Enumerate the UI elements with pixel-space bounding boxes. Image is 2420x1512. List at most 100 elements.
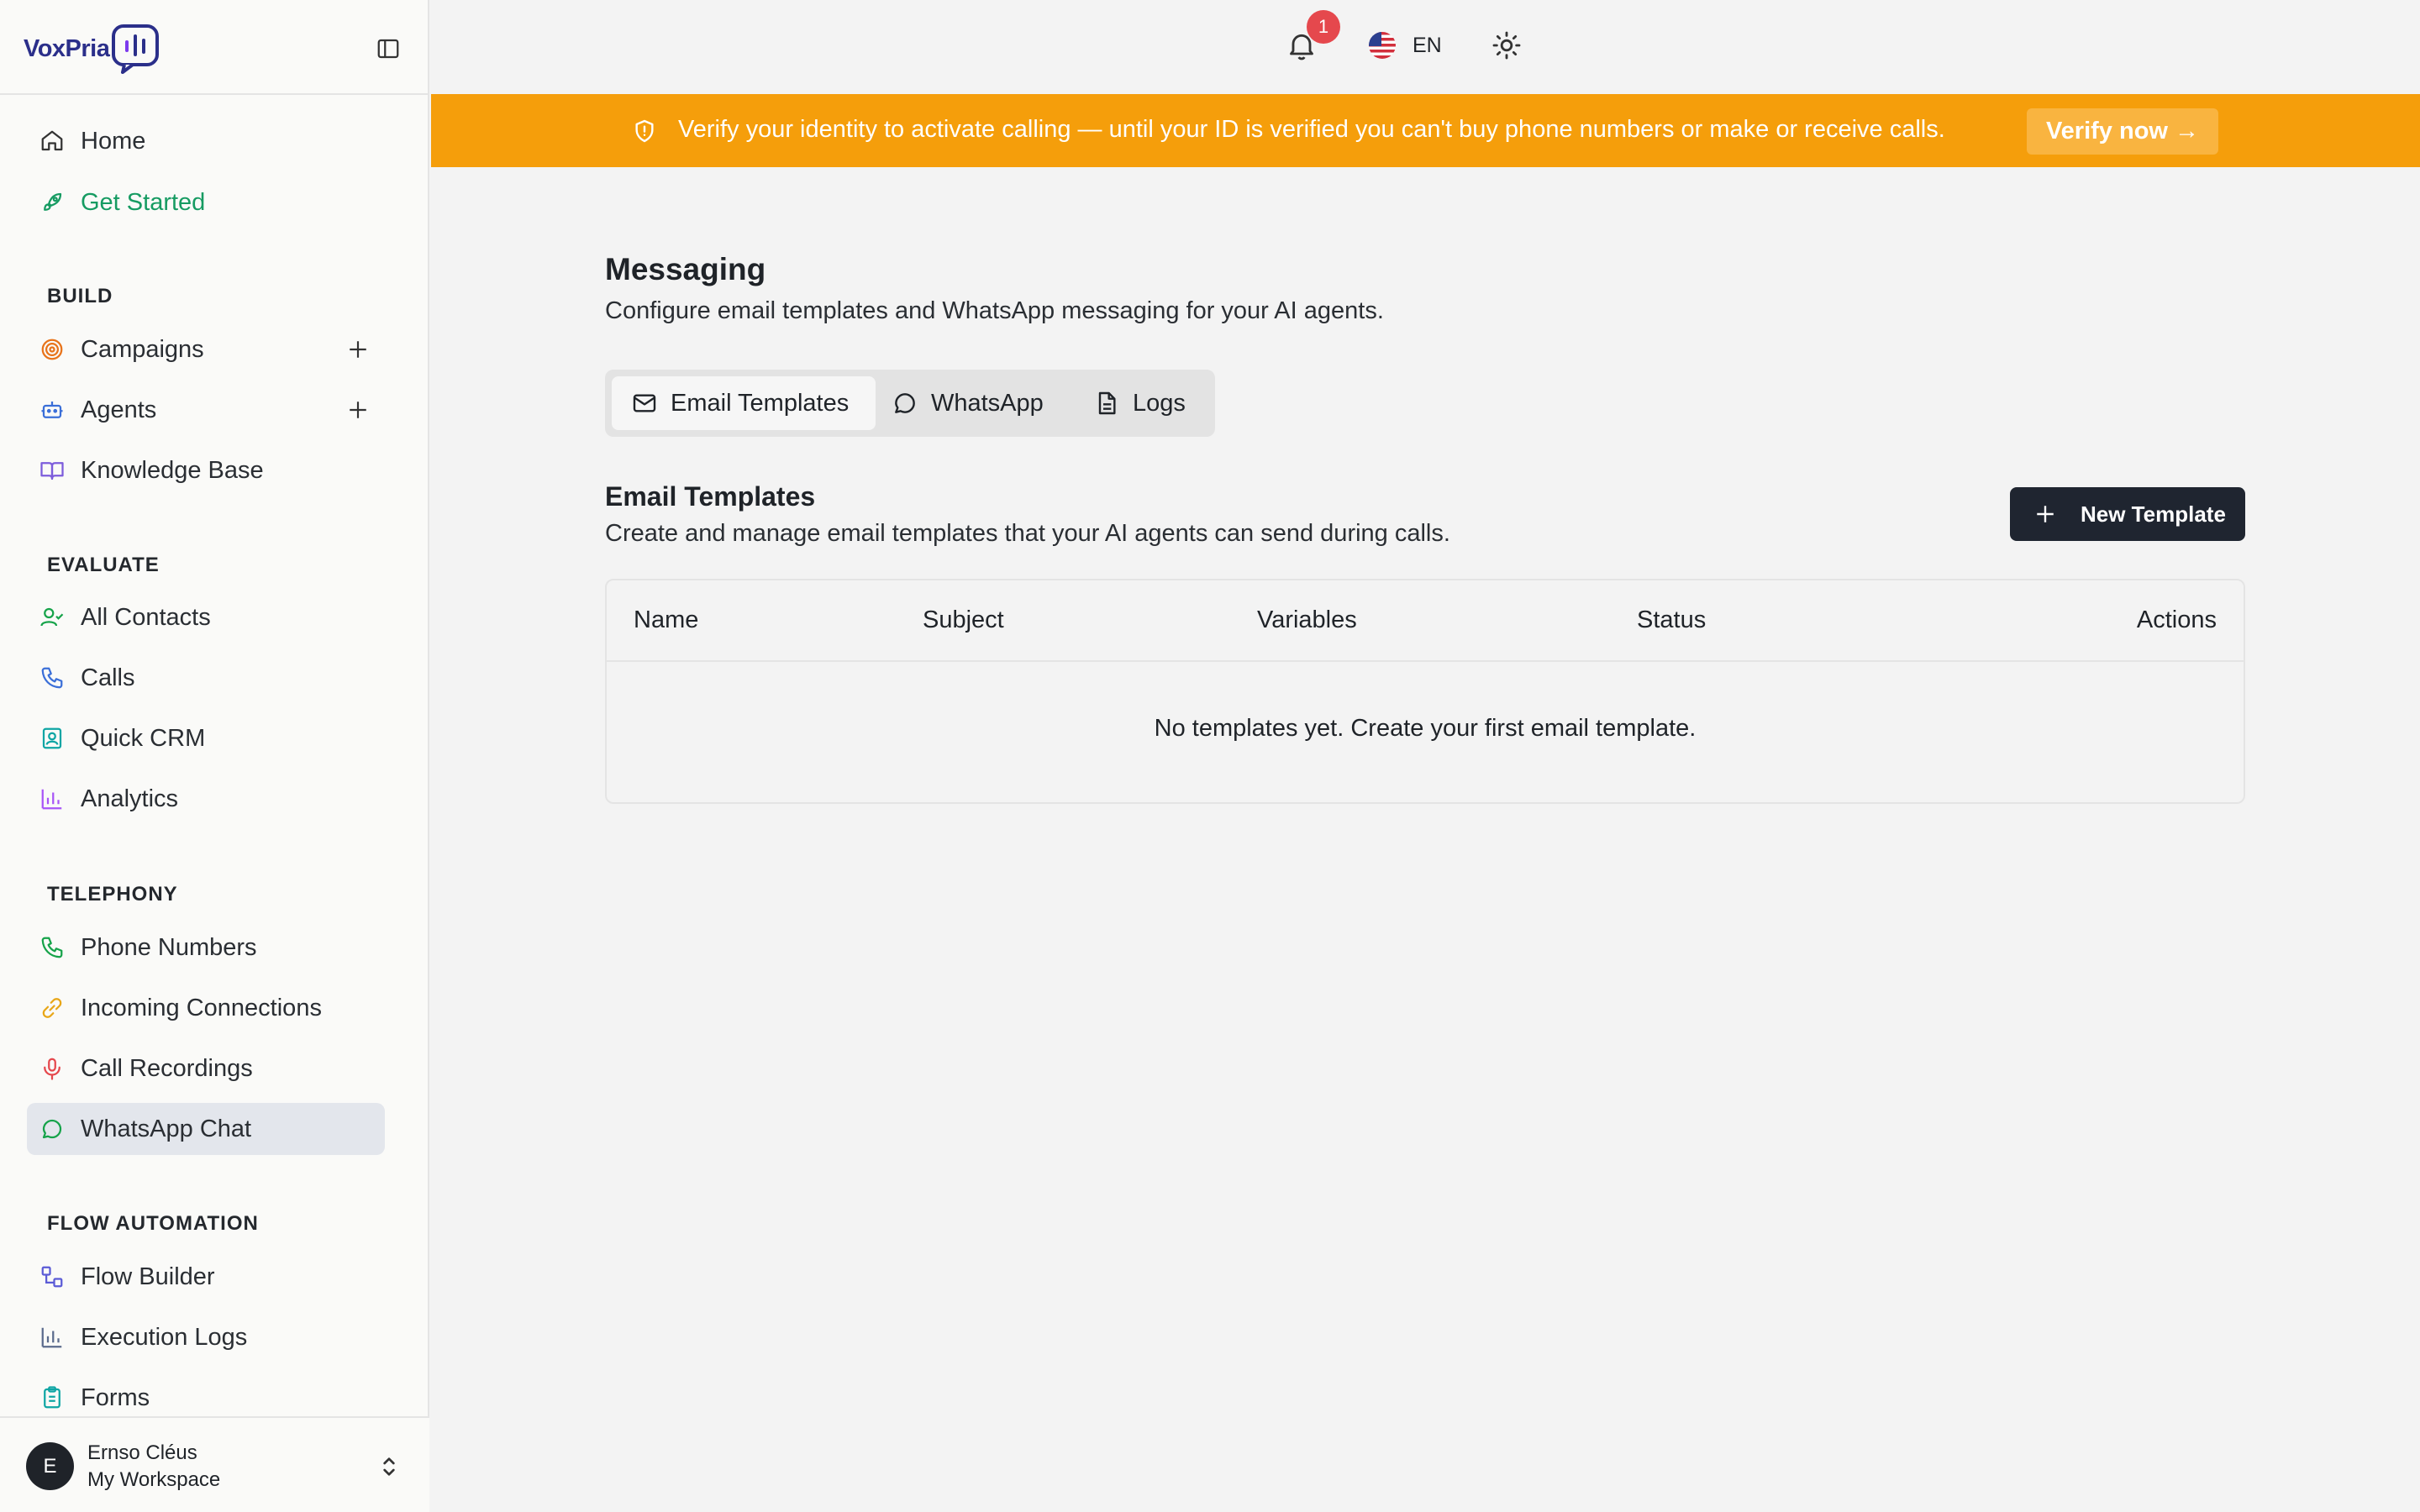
section-title-evaluate: EVALUATE [47, 554, 160, 576]
app-logo[interactable]: VoxPria [24, 22, 160, 76]
column-header-variables: Variables [1257, 606, 1357, 633]
sidebar: VoxPria Home Get Started BUILD Campaigns… [0, 0, 429, 1512]
sidebar-item-label: Execution Logs [81, 1323, 248, 1351]
top-bar: 1 EN [431, 0, 2420, 94]
plus-icon [2032, 501, 2059, 528]
sidebar-item-label: Home [81, 127, 146, 155]
sun-icon [1490, 29, 1523, 62]
workflow-icon [39, 1263, 66, 1290]
language-label: EN [1413, 33, 1442, 57]
sidebar-item-whatsapp-chat[interactable]: WhatsApp Chat [27, 1103, 385, 1155]
link-icon [39, 995, 66, 1021]
sidebar-item-label: Knowledge Base [81, 456, 264, 484]
tab-whatsapp[interactable]: WhatsApp [884, 376, 1079, 430]
sidebar-item-calls[interactable]: Calls [27, 652, 385, 704]
contact-card-icon [39, 725, 66, 752]
sidebar-item-label: Forms [81, 1383, 150, 1411]
column-header-name: Name [634, 606, 699, 633]
sidebar-item-campaigns[interactable]: Campaigns [27, 323, 385, 375]
sidebar-item-home[interactable]: Home [27, 115, 385, 167]
empty-state-message: No templates yet. Create your first emai… [1154, 715, 1697, 742]
new-template-label: New Template [2081, 501, 2226, 527]
section-title: Email Templates [605, 481, 816, 512]
sidebar-item-label: Flow Builder [81, 1263, 215, 1290]
chevrons-up-down-icon[interactable] [376, 1452, 402, 1482]
new-template-button[interactable]: New Template [2010, 487, 2245, 541]
sidebar-item-label: Call Recordings [81, 1054, 253, 1082]
target-icon [39, 336, 66, 363]
sidebar-item-execution-logs[interactable]: Execution Logs [27, 1311, 385, 1363]
tab-label: Logs [1133, 389, 1186, 417]
verify-now-button[interactable]: Verify now → [2027, 108, 2218, 155]
sidebar-item-flow-builder[interactable]: Flow Builder [27, 1251, 385, 1303]
message-circle-icon [891, 389, 919, 417]
tab-label: WhatsApp [931, 389, 1044, 417]
sidebar-item-agents[interactable]: Agents [27, 384, 385, 436]
sidebar-item-label: All Contacts [81, 603, 211, 631]
table-header: Name Subject Variables Status Actions [607, 580, 2244, 662]
bar-chart-icon [39, 785, 66, 812]
sidebar-item-label: Analytics [81, 785, 179, 812]
user-check-icon [39, 604, 66, 631]
tab-email-templates[interactable]: Email Templates [612, 376, 876, 430]
page-subtitle: Configure email templates and WhatsApp m… [605, 297, 1384, 324]
avatar: E [26, 1442, 74, 1490]
sidebar-item-label: Agents [81, 396, 157, 423]
column-header-status: Status [1637, 606, 1707, 633]
section-description: Create and manage email templates that y… [605, 520, 1450, 547]
home-icon [39, 128, 66, 155]
bar-chart-icon [39, 1324, 66, 1351]
add-agent-button[interactable] [343, 395, 373, 425]
sidebar-item-analytics[interactable]: Analytics [27, 773, 385, 825]
tab-logs[interactable]: Logs [1081, 376, 1207, 430]
sidebar-item-get-started[interactable]: Get Started [27, 176, 385, 228]
sidebar-header: VoxPria [0, 0, 428, 95]
sidebar-item-all-contacts[interactable]: All Contacts [27, 591, 385, 643]
bot-icon [39, 396, 66, 423]
panel-left-icon [376, 36, 401, 61]
column-header-subject: Subject [923, 606, 1004, 633]
logo-mark-icon [111, 24, 160, 74]
message-circle-icon [39, 1116, 66, 1142]
us-flag-icon [1369, 32, 1396, 59]
clipboard-icon [39, 1384, 66, 1411]
email-templates-table: Name Subject Variables Status Actions No… [605, 579, 2245, 804]
theme-toggle-button[interactable] [1490, 29, 1523, 62]
sidebar-item-phone-numbers[interactable]: Phone Numbers [27, 921, 385, 974]
sidebar-item-call-recordings[interactable]: Call Recordings [27, 1042, 385, 1095]
phone-icon [39, 664, 66, 691]
file-text-icon [1092, 389, 1121, 417]
tab-label: Email Templates [671, 389, 850, 417]
sidebar-item-label: WhatsApp Chat [81, 1115, 252, 1142]
column-header-actions: Actions [2136, 606, 2217, 633]
rocket-icon [39, 189, 66, 216]
user-name: Ernso Cléus [87, 1441, 197, 1464]
book-icon [39, 457, 66, 484]
phone-icon [39, 934, 66, 961]
mic-icon [39, 1055, 66, 1082]
sidebar-item-quick-crm[interactable]: Quick CRM [27, 712, 385, 764]
messaging-tabs: Email Templates WhatsApp Logs [605, 370, 1215, 437]
section-title-flow-automation: FLOW AUTOMATION [47, 1212, 259, 1235]
user-menu[interactable]: E Ernso Cléus My Workspace [0, 1416, 429, 1512]
sidebar-item-label: Get Started [81, 188, 206, 216]
sidebar-item-label: Calls [81, 664, 135, 691]
add-campaign-button[interactable] [343, 334, 373, 365]
mail-icon [630, 389, 659, 417]
sidebar-collapse-button[interactable] [373, 34, 403, 64]
sidebar-item-label: Campaigns [81, 335, 204, 363]
sidebar-item-knowledge-base[interactable]: Knowledge Base [27, 444, 385, 496]
sidebar-item-label: Quick CRM [81, 724, 206, 752]
section-title-telephony: TELEPHONY [47, 883, 178, 906]
logo-text: VoxPria [24, 34, 110, 62]
sidebar-item-label: Incoming Connections [81, 994, 322, 1021]
sidebar-item-label: Phone Numbers [81, 933, 257, 961]
sidebar-item-incoming-connections[interactable]: Incoming Connections [27, 982, 385, 1034]
notification-badge: 1 [1307, 10, 1340, 44]
page-title: Messaging [605, 252, 766, 286]
shield-alert-icon [631, 118, 658, 144]
verification-banner: Verify your identity to activate calling… [431, 94, 2420, 167]
language-selector[interactable]: EN [1369, 29, 1442, 62]
banner-message: Verify your identity to activate calling… [678, 116, 1945, 143]
section-title-build: BUILD [47, 285, 113, 307]
